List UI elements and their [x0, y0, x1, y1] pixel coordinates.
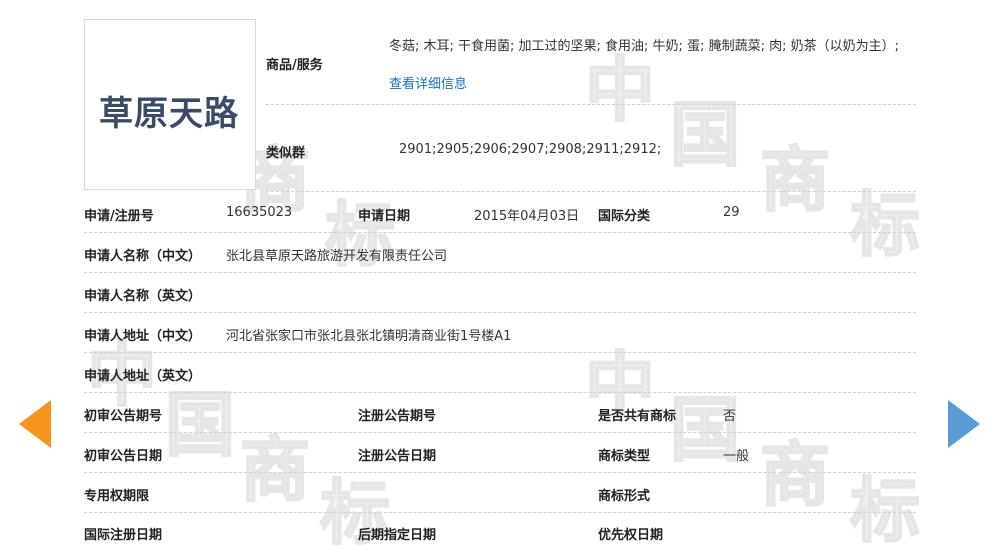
prelim-pub-date-label: 初审公告日期 — [84, 449, 163, 464]
intl-class-label: 国际分类 — [598, 209, 651, 224]
divider — [84, 352, 916, 353]
divider — [84, 472, 916, 473]
goods-text: 冬菇; 木耳; 干食用菌; 加工过的坚果; 食用油; 牛奶; 蛋; 腌制蔬菜; … — [389, 39, 899, 54]
trademark-image: 草原天路 — [84, 19, 256, 190]
mark-type-label: 商标类型 — [598, 449, 651, 464]
reg-pub-no-label: 注册公告期号 — [358, 409, 437, 424]
later-date-label: 后期指定日期 — [358, 528, 437, 543]
watermark-char: 标 — [849, 184, 921, 266]
applicant-cn-label: 申请人名称（中文） — [84, 249, 202, 264]
reg-number-label: 申请/注册号 — [84, 209, 154, 224]
app-date-label: 申请日期 — [358, 209, 411, 224]
address-cn-label: 申请人地址（中文） — [84, 329, 202, 344]
watermark-char: 商 — [759, 434, 831, 516]
watermark-char: 国 — [164, 384, 236, 466]
prelim-pub-no-label: 初审公告期号 — [84, 409, 163, 424]
applicant-cn-value: 张北县草原天路旅游开发有限责任公司 — [226, 249, 448, 264]
watermark-char: 国 — [669, 94, 741, 176]
divider — [84, 512, 916, 513]
similar-group-value: 2901;2905;2906;2907;2908;2911;2912; — [399, 142, 662, 157]
divider — [266, 104, 916, 105]
view-details-link[interactable]: 查看详细信息 — [389, 77, 467, 92]
arrow-right-icon[interactable] — [948, 400, 980, 448]
divider — [266, 191, 916, 192]
trademark-logo-text: 草原天路 — [99, 94, 239, 134]
goods-list: 冬菇; 木耳; 干食用菌; 加工过的坚果; 食用油; 牛奶; 蛋; 腌制蔬菜; … — [389, 28, 904, 104]
priority-date-label: 优先权日期 — [598, 528, 664, 543]
goods-label: 商品/服务 — [266, 58, 323, 73]
reg-pub-date-label: 注册公告日期 — [358, 449, 437, 464]
address-en-label: 申请人地址（英文） — [84, 369, 202, 384]
watermark-char: 商 — [239, 429, 311, 511]
watermark-char: 标 — [849, 470, 921, 552]
applicant-en-label: 申请人名称（英文） — [84, 289, 202, 304]
divider — [84, 432, 916, 433]
divider — [84, 312, 916, 313]
app-date-value: 2015年04月03日 — [474, 209, 580, 224]
divider — [84, 232, 916, 233]
mark-form-label: 商标形式 — [598, 489, 651, 504]
mark-type-value: 一般 — [723, 449, 750, 464]
arrow-left-icon[interactable] — [19, 400, 51, 448]
divider — [84, 272, 916, 273]
divider — [84, 392, 916, 393]
similar-group-label: 类似群 — [266, 146, 306, 161]
reg-number-value: 16635023 — [226, 205, 293, 220]
shared-mark-value: 否 — [723, 409, 737, 424]
watermark-char: 商 — [759, 139, 831, 221]
exclusive-period-label: 专用权期限 — [84, 489, 150, 504]
intl-class-value: 29 — [723, 205, 740, 220]
shared-mark-label: 是否共有商标 — [598, 409, 677, 424]
address-cn-value: 河北省张家口市张北县张北镇明清商业街1号楼A1 — [226, 329, 512, 344]
intl-reg-date-label: 国际注册日期 — [84, 528, 163, 543]
